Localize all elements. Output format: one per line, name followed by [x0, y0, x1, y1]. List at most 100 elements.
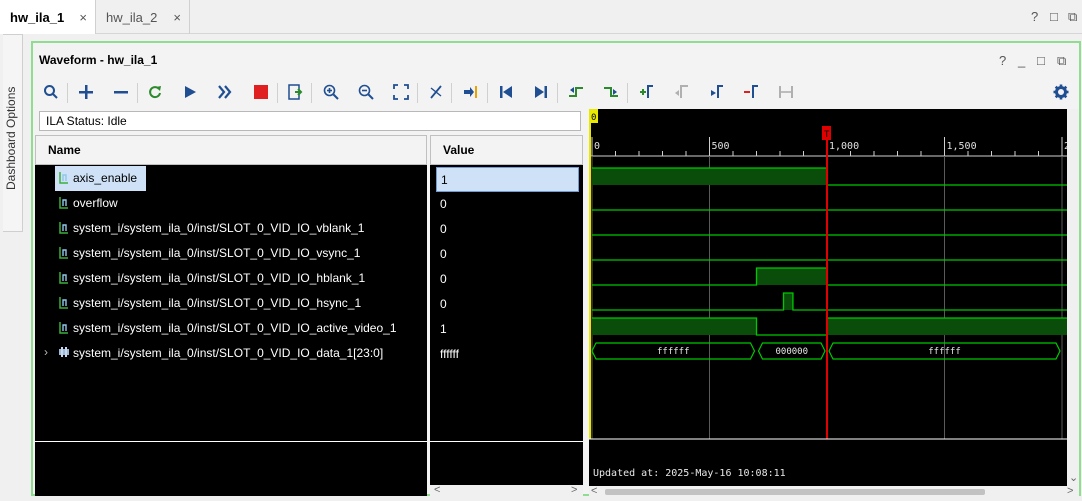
bus-value-label: ffffff [928, 347, 961, 357]
signal-value-panel: Value 1 0 0 0 0 0 1 ffffff [430, 135, 583, 485]
wire-signal-icon [58, 196, 70, 210]
waveform-display[interactable]: 05001,0001,5002,0ffffff000000ffffffTUpda… [589, 109, 1076, 498]
trigger-label: T [824, 130, 830, 140]
float-icon[interactable]: ⧉ [1068, 9, 1077, 25]
maximize-icon[interactable]: □ [1037, 53, 1045, 68]
signal-name: system_i/system_ila_0/inst/SLOT_0_VID_IO… [73, 271, 366, 285]
delete-marker-icon[interactable] [739, 79, 763, 105]
tab-hw-ila-2[interactable]: hw_ila_2 × [96, 0, 190, 34]
signal-value[interactable]: 0 [436, 217, 579, 242]
signal-row[interactable]: system_i/system_ila_0/inst/SLOT_0_VID_IO… [35, 241, 427, 266]
signal-value[interactable]: ffffff [436, 342, 579, 367]
signal-name: system_i/system_ila_0/inst/SLOT_0_VID_IO… [73, 246, 361, 260]
wire-signal-icon [58, 321, 70, 335]
help-icon[interactable]: ? [1031, 9, 1038, 24]
scroll-left-icon[interactable]: < [591, 485, 597, 497]
bus-signal-icon [58, 346, 70, 360]
expand-icon[interactable]: › [44, 345, 48, 359]
signal-value[interactable]: 1 [436, 317, 579, 342]
run-trigger-icon[interactable] [178, 79, 202, 105]
signal-row[interactable]: system_i/system_ila_0/inst/SLOT_0_VID_IO… [35, 316, 427, 341]
go-to-start-icon[interactable] [494, 79, 518, 105]
ila-status: ILA Status: Idle [39, 111, 581, 131]
wave-high-fill [783, 293, 793, 310]
signal-row[interactable]: overflow [35, 191, 427, 216]
wire-signal-icon [58, 246, 70, 260]
signal-row[interactable]: › system_i/system_ila_0/inst/SLOT_0_VID_I… [35, 341, 427, 366]
signal-row[interactable]: system_i/system_ila_0/inst/SLOT_0_VID_IO… [35, 291, 427, 316]
signal-name: system_i/system_ila_0/inst/SLOT_0_VID_IO… [73, 346, 384, 360]
refresh-icon[interactable] [143, 79, 167, 105]
ruler-label: 1,000 [829, 141, 859, 152]
waveform-svg[interactable]: 05001,0001,5002,0ffffff000000ffffffTUpda… [589, 109, 1076, 498]
zoom-out-icon[interactable] [354, 79, 378, 105]
wave-horizontal-scrollbar[interactable]: < > [589, 485, 1079, 498]
signal-value[interactable]: 0 [436, 267, 579, 292]
bus-value-label: ffffff [657, 347, 690, 357]
ruler-label: 500 [712, 141, 730, 152]
maximize-icon[interactable]: □ [1050, 9, 1058, 24]
signal-row[interactable]: system_i/system_ila_0/inst/SLOT_0_VID_IO… [35, 216, 427, 241]
scroll-right-icon[interactable]: > [571, 484, 577, 496]
wave-high-fill [756, 268, 827, 285]
cursor-icon[interactable] [424, 79, 448, 105]
signal-value[interactable]: 0 [436, 292, 579, 317]
add-icon[interactable] [74, 79, 98, 105]
signal-name: axis_enable [73, 171, 138, 185]
signal-name: system_i/system_ila_0/inst/SLOT_0_VID_IO… [73, 296, 362, 310]
updated-timestamp: Updated at: 2025-May-16 10:08:11 [593, 468, 786, 479]
tab-label: hw_ila_2 [106, 9, 158, 25]
previous-marker-icon[interactable] [669, 79, 693, 105]
export-icon[interactable] [283, 79, 307, 105]
signal-wave [592, 267, 1067, 286]
help-icon[interactable]: ? [999, 53, 1006, 68]
wave-vertical-scrollbar[interactable]: ⌄ [1067, 109, 1079, 486]
signal-row[interactable]: axis_enable [35, 166, 427, 191]
signal-value[interactable]: 1 [436, 167, 579, 192]
close-icon[interactable]: × [173, 10, 181, 25]
scroll-left-icon[interactable]: < [434, 484, 440, 496]
value-horizontal-scrollbar[interactable]: < > [430, 484, 583, 498]
run-immediate-icon[interactable] [213, 79, 237, 105]
add-marker-icon[interactable] [634, 79, 658, 105]
signal-name: system_i/system_ila_0/inst/SLOT_0_VID_IO… [73, 221, 365, 235]
zoom-search-icon[interactable] [39, 79, 63, 105]
scroll-down-icon[interactable]: ⌄ [1069, 471, 1078, 484]
fit-markers-icon[interactable] [774, 79, 798, 105]
settings-icon[interactable] [1049, 79, 1073, 105]
signal-value[interactable]: 0 [436, 242, 579, 267]
signal-row[interactable]: system_i/system_ila_0/inst/SLOT_0_VID_IO… [35, 266, 427, 291]
signal-name: overflow [73, 196, 118, 210]
remove-icon[interactable] [109, 79, 133, 105]
scroll-thumb[interactable] [605, 489, 985, 495]
signal-wave [592, 292, 1067, 311]
sidebar-label: Dashboard Options [4, 86, 18, 190]
dashboard-options-sidebar[interactable]: Dashboard Options [3, 34, 23, 232]
wire-signal-icon [58, 221, 70, 235]
go-to-marker-icon[interactable] [459, 79, 483, 105]
signal-value[interactable]: 0 [436, 192, 579, 217]
tab-label: hw_ila_1 [10, 9, 65, 25]
next-marker-icon[interactable] [704, 79, 728, 105]
float-icon[interactable]: ⧉ [1057, 53, 1066, 69]
signal-name: system_i/system_ila_0/inst/SLOT_0_VID_IO… [73, 321, 397, 335]
previous-transition-icon[interactable] [564, 79, 588, 105]
close-icon[interactable]: × [79, 10, 87, 25]
zoom-fit-icon[interactable] [389, 79, 413, 105]
ruler-label: 1,500 [947, 141, 977, 152]
tab-hw-ila-1[interactable]: hw_ila_1 × [0, 0, 96, 34]
scroll-right-icon[interactable]: > [1067, 485, 1073, 497]
waveform-window: Waveform - hw_ila_1 ? _ □ ⧉ ILA Status: … [31, 41, 1081, 498]
value-column-header[interactable]: Value [430, 135, 583, 165]
stop-icon[interactable] [249, 79, 273, 105]
document-tab-bar: hw_ila_1 × hw_ila_2 × ? □ ⧉ [0, 0, 1082, 34]
wire-signal-icon [58, 271, 70, 285]
name-column-header[interactable]: Name [35, 135, 427, 165]
go-to-end-icon[interactable] [529, 79, 553, 105]
next-transition-icon[interactable] [599, 79, 623, 105]
wave-high-fill [592, 318, 757, 335]
minimize-icon[interactable]: _ [1018, 53, 1025, 68]
zoom-in-icon[interactable] [319, 79, 343, 105]
window-title: Waveform - hw_ila_1 [39, 53, 158, 67]
zero-marker-label: 0 [591, 113, 596, 123]
